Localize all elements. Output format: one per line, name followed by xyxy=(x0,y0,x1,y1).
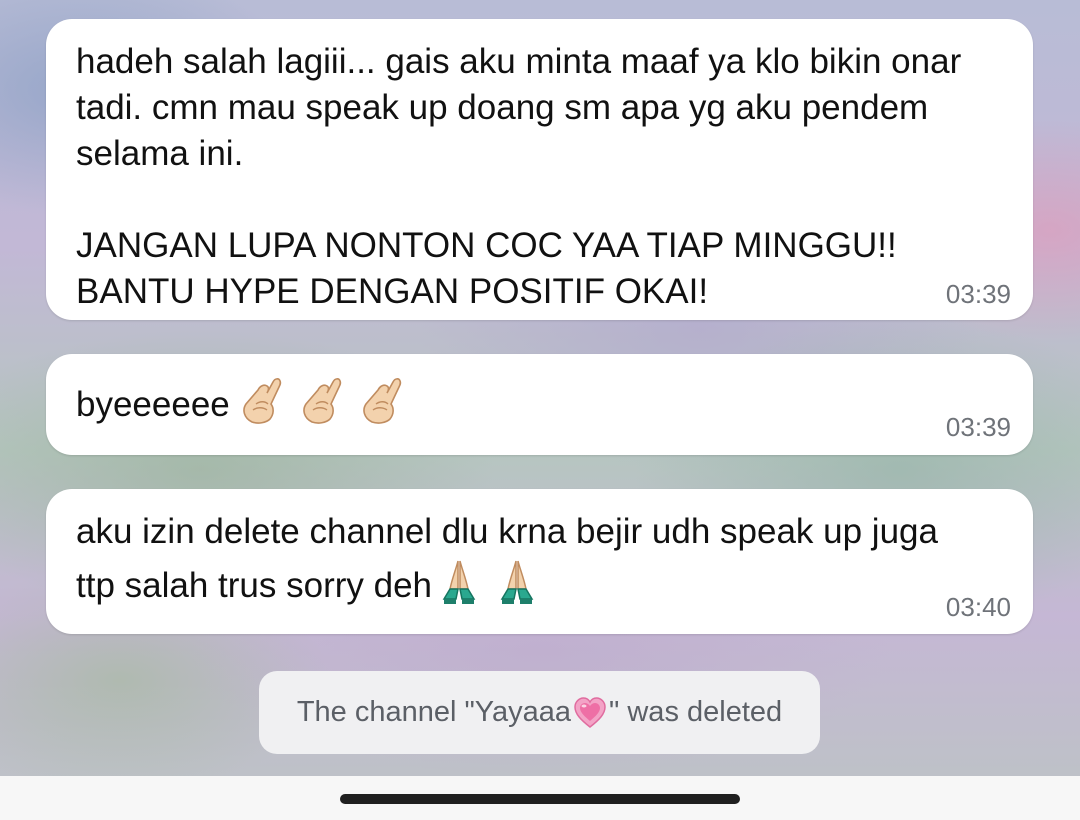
message-time: 03:39 xyxy=(945,279,1011,309)
navigation-bar xyxy=(0,776,1080,820)
crossed-fingers-emoji-icon xyxy=(362,378,401,424)
folded-hands-emoji-icon xyxy=(500,560,534,604)
home-indicator[interactable] xyxy=(340,794,740,804)
service-message-prefix: The channel "Yayaaa xyxy=(296,696,572,728)
message-text: hadeh salah lagiii... gais aku minta maa… xyxy=(76,42,962,311)
folded-hands-emoji-icon xyxy=(442,560,476,604)
message-time: 03:40 xyxy=(945,592,1011,622)
message-text: aku izin delete channel dlu krna bejir u… xyxy=(76,512,938,605)
service-message: The channel "Yayaaa " was deleted xyxy=(259,671,820,754)
crossed-fingers-emoji-icon xyxy=(242,378,281,424)
message-bubble[interactable]: hadeh salah lagiii... gais aku minta maa… xyxy=(46,19,1033,320)
message-bubble[interactable]: byeeeeee 03:39 xyxy=(46,354,1033,455)
message-text: byeeeeee xyxy=(76,374,1003,428)
crossed-fingers-emoji-icon xyxy=(302,378,341,424)
message-bubble[interactable]: aku izin delete channel dlu krna bejir u… xyxy=(46,489,1033,634)
chat-area[interactable]: hadeh salah lagiii... gais aku minta maa… xyxy=(0,0,1080,776)
growing-heart-emoji-icon xyxy=(574,696,606,728)
service-message-suffix: " was deleted xyxy=(609,696,783,728)
message-time: 03:39 xyxy=(945,412,1011,442)
